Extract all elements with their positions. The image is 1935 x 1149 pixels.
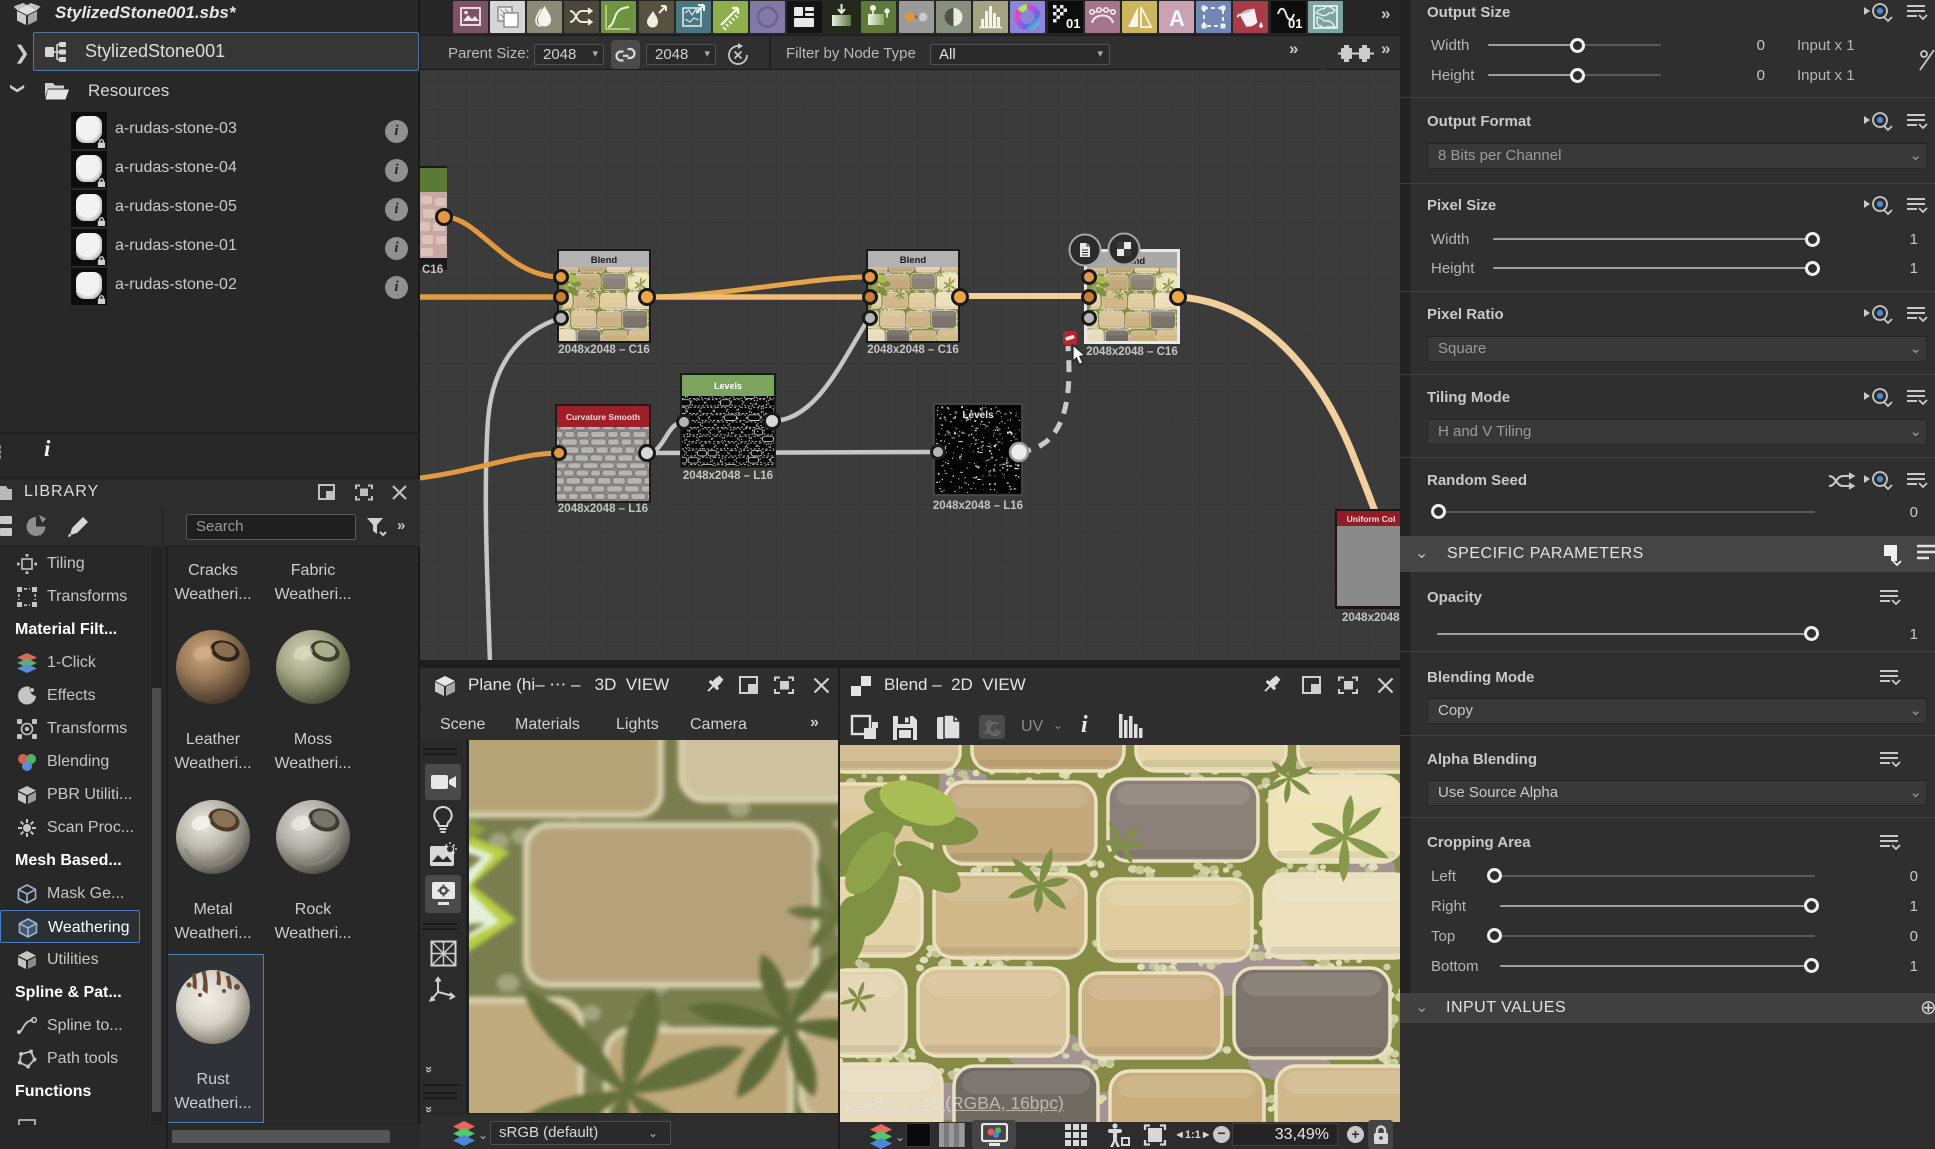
svg-text:01: 01	[1288, 16, 1302, 31]
svg-text:A: A	[1169, 6, 1185, 31]
svg-text:2048x2048 –: 2048x2048 –	[1342, 612, 1400, 624]
svg-text:Curvature Smooth: Curvature Smooth	[566, 412, 640, 422]
svg-text:2048x2048 – C16: 2048x2048 – C16	[867, 344, 958, 356]
svg-text:01: 01	[1066, 16, 1080, 31]
svg-text:Uniform Col: Uniform Col	[1347, 514, 1396, 524]
svg-text:2048x2048 – L16: 2048x2048 – L16	[558, 503, 648, 515]
svg-text:+: +	[38, 528, 43, 538]
svg-text:Levels: Levels	[714, 381, 742, 391]
svg-text:2048x2048 – C16: 2048x2048 – C16	[1086, 346, 1177, 358]
svg-text:Levels: Levels	[962, 410, 994, 421]
svg-text:Blend: Blend	[900, 255, 927, 266]
svg-text:C16: C16	[422, 264, 443, 276]
svg-text:Blend: Blend	[591, 255, 618, 266]
svg-text:2048x2048 – L16: 2048x2048 – L16	[683, 470, 773, 482]
svg-text:2048x2048 – L16: 2048x2048 – L16	[933, 500, 1023, 512]
svg-text:2048x2048 – C16: 2048x2048 – C16	[558, 344, 649, 356]
